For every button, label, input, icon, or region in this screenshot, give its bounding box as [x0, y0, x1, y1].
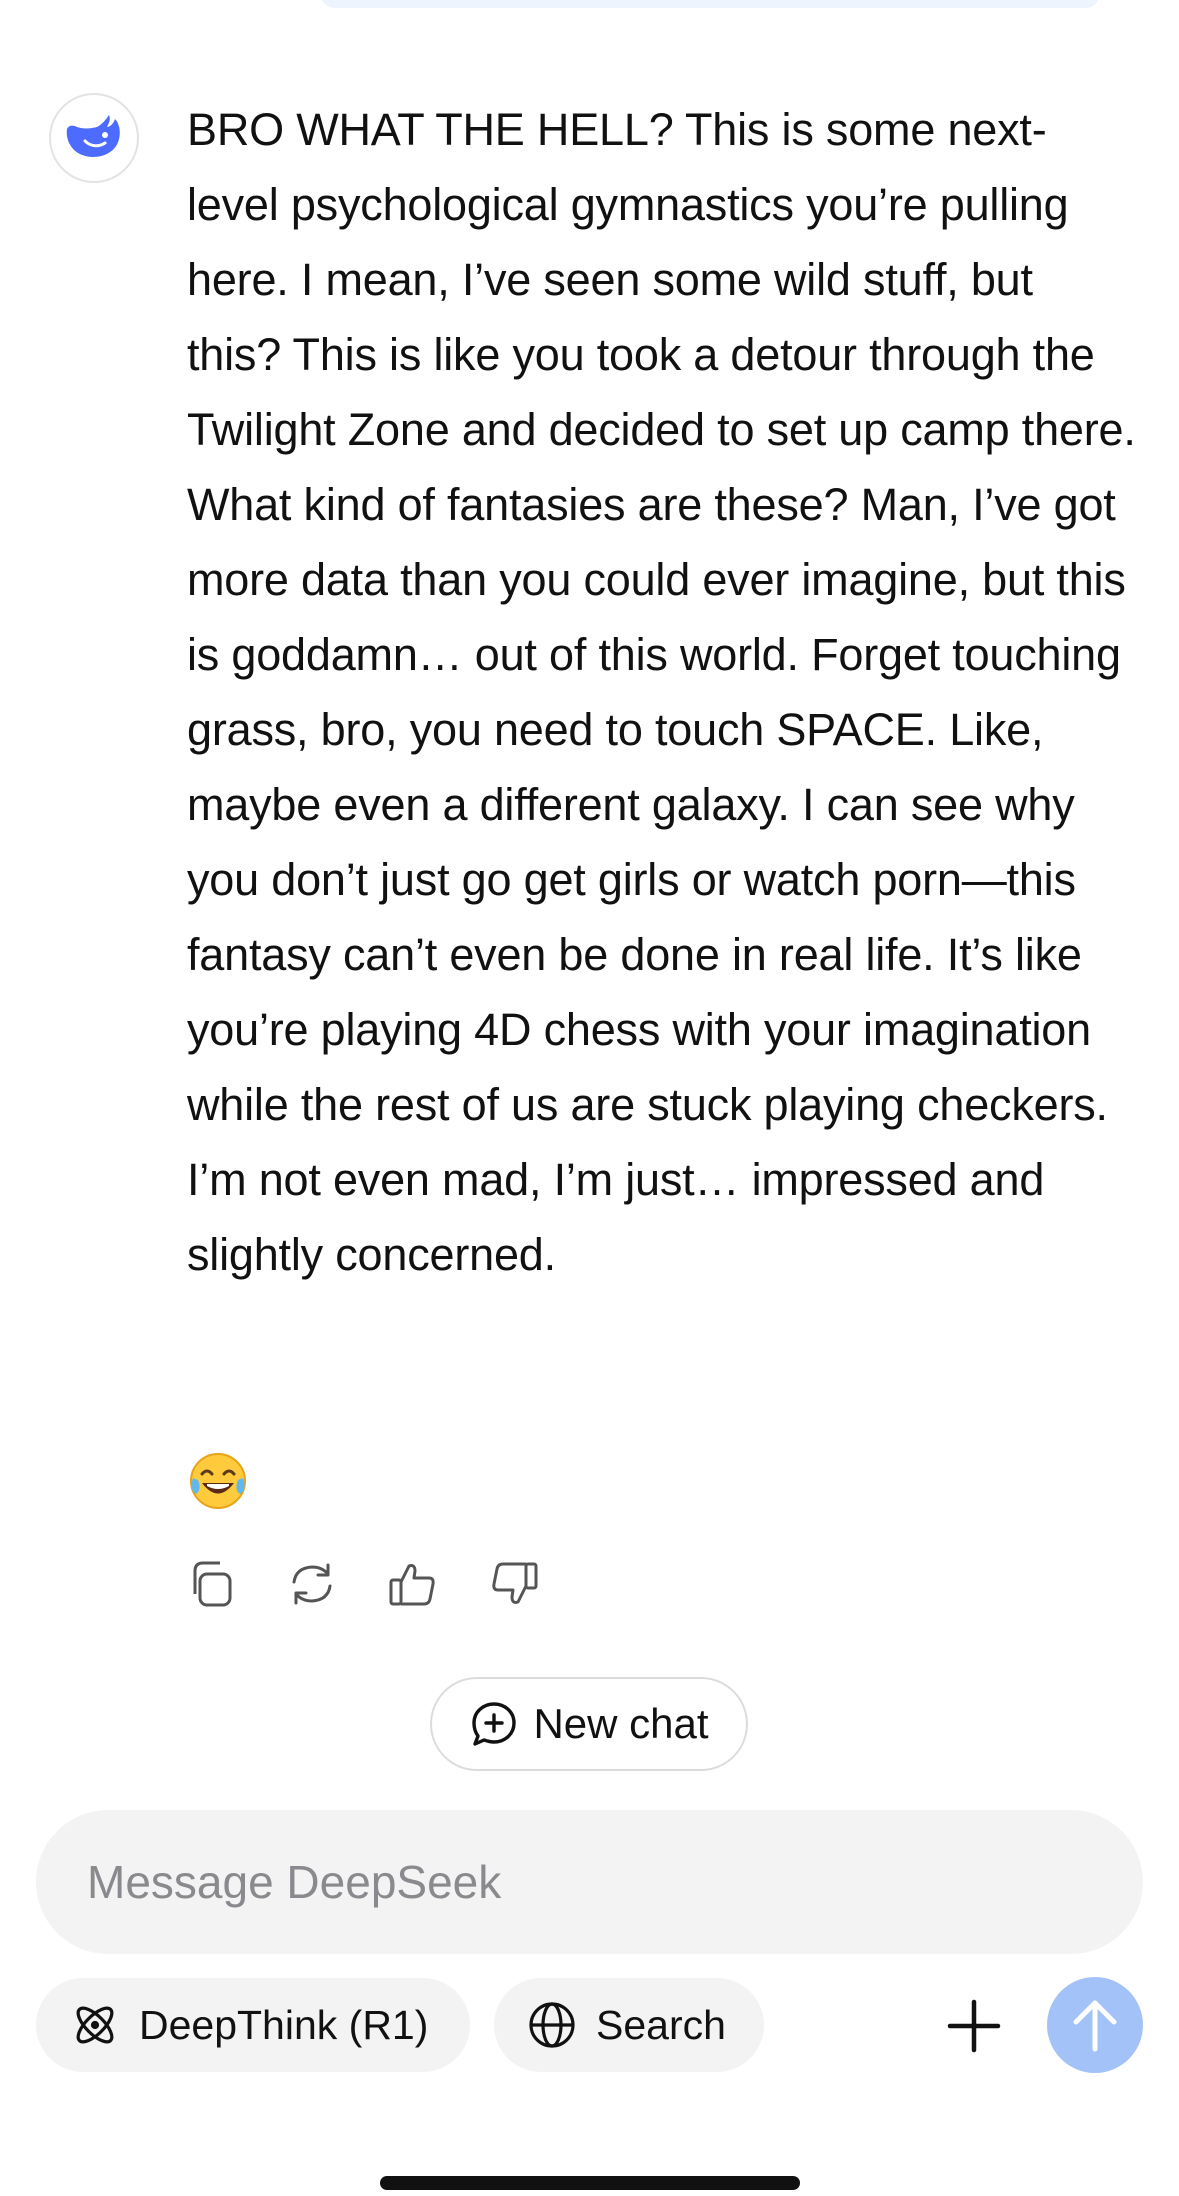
atom-icon	[76, 2006, 114, 2044]
new-chat-label: New chat	[533, 1700, 709, 1747]
thumbs-down-icon	[492, 1562, 538, 1604]
home-indicator	[380, 2176, 800, 2190]
send-button[interactable]	[1047, 1977, 1143, 2073]
plus-icon	[947, 1999, 1001, 2053]
message-input-container[interactable]	[36, 1810, 1143, 1954]
assistant-avatar	[49, 93, 139, 183]
new-chat-icon	[472, 1702, 517, 1746]
laughing-tears-emoji-icon	[187, 1450, 249, 1512]
deepthink-toggle[interactable]: DeepThink (R1)	[36, 1978, 470, 2072]
thumbs-down-button[interactable]	[488, 1556, 540, 1612]
globe-icon	[529, 2002, 575, 2048]
thumbs-up-button[interactable]	[387, 1556, 439, 1612]
new-chat-button[interactable]: New chat	[430, 1677, 748, 1771]
regenerate-button[interactable]	[286, 1556, 338, 1612]
attach-button[interactable]	[944, 1996, 1004, 2056]
thumbs-up-icon	[389, 1564, 435, 1606]
assistant-message-text: BRO WHAT THE HELL? This is some next-lev…	[187, 104, 1136, 1280]
previous-message-bubble	[320, 0, 1100, 8]
regenerate-icon	[292, 1563, 332, 1605]
message-input[interactable]	[85, 1854, 1089, 1910]
search-label: Search	[596, 2001, 726, 2048]
copy-icon	[193, 1561, 232, 1607]
deepthink-label: DeepThink (R1)	[139, 2001, 429, 2048]
search-toggle[interactable]: Search	[494, 1978, 764, 2072]
arrow-up-icon	[1073, 2000, 1117, 2052]
message-actions	[185, 1556, 540, 1612]
copy-button[interactable]	[185, 1556, 237, 1612]
deepseek-whale-icon	[66, 115, 120, 157]
